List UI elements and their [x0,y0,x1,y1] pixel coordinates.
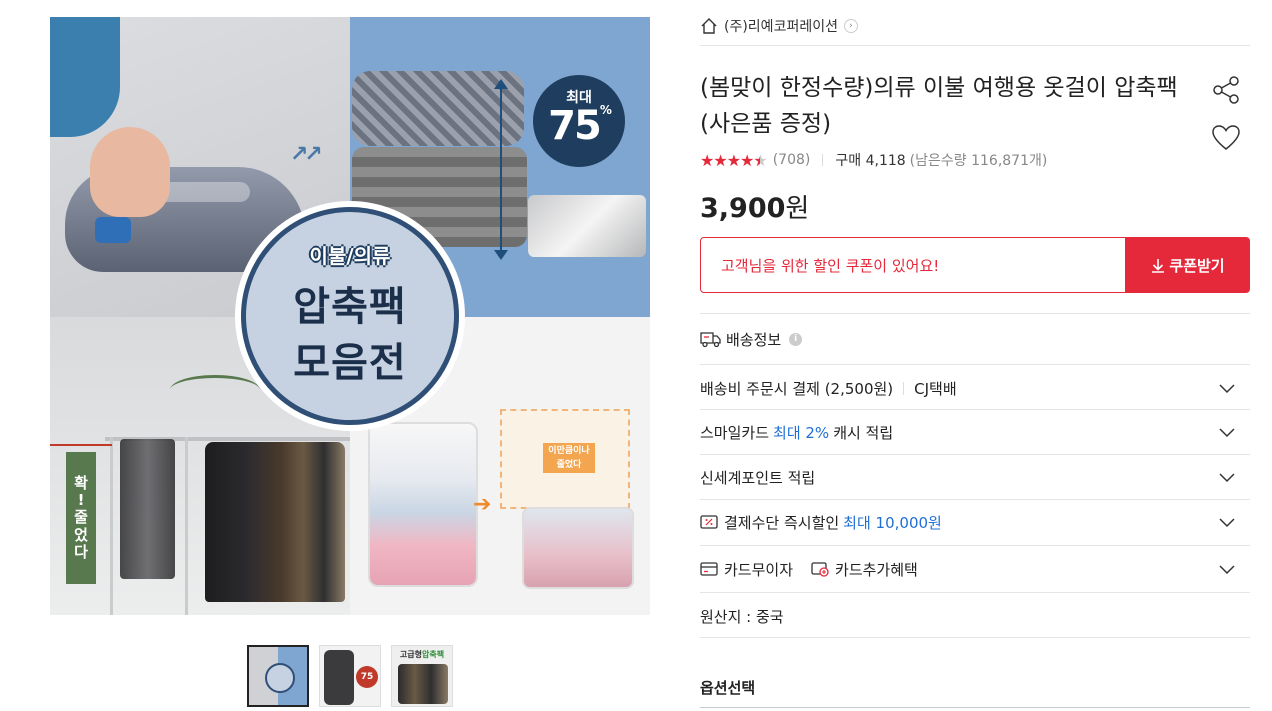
review-count[interactable]: (708) [773,152,811,168]
payment-discount-highlight: 최대 10,000원 [843,513,942,532]
smile-card-row[interactable]: 스마일카드 최대 2% 캐시 적립 [700,420,1250,444]
chevron-down-icon [1219,473,1235,483]
shipping-header-label: 배송정보 [726,330,782,349]
divider [700,499,1250,500]
separator [822,154,824,166]
origin-label: 원산지 : 중국 [700,607,784,626]
discount-coupon-icon [700,515,718,529]
thumbnail-title: 고급형압축팩 [399,650,445,659]
divider [700,313,1250,314]
thumbnail-2[interactable]: 75 [319,645,381,707]
divider [700,637,1250,638]
chevron-down-icon [1219,518,1235,528]
divider [700,454,1250,455]
divider [700,45,1250,46]
coats-graphic [205,442,345,602]
smile-card-highlight: 최대 2% [773,423,830,442]
rating-row: ★ ★ ★ ★ ★ (708) 구매 4,118 (남은수량 116,871개) [700,149,1047,171]
compressed-coats-graphic [120,439,175,579]
star-icon: ★ [740,150,754,170]
divider [700,364,1250,365]
purchase-count: 구매 4,118 [835,153,906,169]
payment-discount-prefix: 결제수단 즉시할인 [724,513,840,532]
divider [700,545,1250,546]
seller-link[interactable]: (주)리예코퍼레이션 › [700,15,858,37]
thumbnail-coats-graphic [398,664,448,704]
hand-graphic [90,127,170,217]
thumbnail-3[interactable]: 고급형압축팩 [391,645,453,707]
truck-icon [700,332,721,348]
card-benefit-label: 카드추가혜택 [835,560,918,579]
share-icon[interactable] [1210,74,1242,106]
shinsegae-point-label: 신세계포인트 적립 [700,468,816,487]
thumbnail-badge: 75 [356,666,378,688]
product-main-image[interactable]: ↗↗ 최대 75% 확 ! 줄 었 다 이만큼이나 줄었다 ➔ 이불/의류 압축… [50,17,650,615]
badge-number: 75% [548,103,612,149]
separator [903,381,905,395]
half-star-icon: ★ [753,150,767,170]
get-coupon-label: 쿠폰받기 [1169,256,1225,275]
thumbnail-1[interactable] [247,645,309,707]
star-icon: ★ [700,150,714,170]
get-coupon-button[interactable]: 쿠폰받기 [1126,237,1250,293]
shipping-header: 배송정보 i [700,327,803,351]
flat-pack-graphic [528,195,646,257]
download-arrow-icon [1152,258,1165,273]
star-rating[interactable]: ★ ★ ★ ★ ★ [700,150,768,170]
home-icon [701,18,717,34]
star-icon: ★ [713,150,727,170]
chevron-down-icon [1219,565,1235,575]
origin-row: 원산지 : 중국 [700,604,1250,628]
reduced-tag: 이만큼이나 줄었다 [543,443,595,473]
red-arrow-icon [50,444,112,446]
carrier-label: CJ택배 [914,379,957,398]
chevron-down-icon [1219,428,1235,438]
price: 3,900원 [700,188,809,225]
product-title: (봄맞이 한정수량)의류 이불 여행용 옷걸이 압축팩(사은품 증정) [700,75,1178,137]
shipping-fee-row[interactable]: 배송비 주문시 결제 (2,500원) CJ택배 [700,376,1250,400]
rack-leg-graphic [185,437,188,615]
smile-card-prefix: 스마일카드 [700,423,770,442]
card-benefit-icon [811,562,829,577]
max-75-badge: 최대 75% [533,75,625,167]
circle-subtitle: 이불/의류 [309,244,391,268]
heart-icon[interactable] [1210,122,1242,154]
seller-name: (주)리예코퍼레이션 [724,19,838,35]
thumbnail-badge-graphic [265,663,295,693]
remaining-stock: (남은수량 116,871개) [909,153,1048,169]
thumbnail-coat-graphic [324,650,354,705]
coupon-message: 고객님을 위한 할인 쿠폰이 있어요! [721,256,940,275]
collection-circle-badge: 이불/의류 압축팩 모음전 [241,207,459,425]
price-number: 3,900 [700,193,786,224]
interest-free-label: 카드무이자 [724,560,794,579]
options-select-top-border[interactable] [700,707,1250,708]
packed-bag-before-graphic [368,422,478,587]
options-title: 옵션선택 [700,679,756,697]
valve-graphic [95,217,131,243]
star-icon: ★ [726,150,741,170]
price-unit: 원 [785,194,810,224]
card-icon [700,562,718,576]
air-arrows-icon: ↗↗ [290,142,323,167]
packed-bag-after-graphic [522,507,634,589]
payment-discount-row[interactable]: 결제수단 즉시할인 최대 10,000원 [700,510,1250,534]
shinsegae-point-row[interactable]: 신세계포인트 적립 [700,465,1250,489]
smile-card-suffix: 캐시 적립 [833,423,894,442]
thumbnail-strip: 75 고급형압축팩 [247,645,453,707]
reduced-label: 확 ! 줄 었 다 [66,452,96,584]
sleeve-graphic [50,17,120,137]
divider [700,409,1250,410]
card-benefits-row[interactable]: 카드무이자 카드추가혜택 [700,557,1250,581]
height-arrow-icon [494,79,508,260]
shipping-fee-label: 배송비 주문시 결제 (2,500원) [700,379,894,398]
orange-arrow-icon: ➔ [473,492,492,517]
circle-line1: 압축팩 [293,284,407,330]
chevron-down-icon [1219,384,1235,394]
divider [700,592,1250,593]
info-icon[interactable]: i [789,332,803,346]
rack-leg-graphic [110,437,113,615]
circle-line2: 모음전 [293,340,407,386]
chevron-right-icon: › [843,19,858,33]
coupon-message-box: 고객님을 위한 할인 쿠폰이 있어요! [700,237,1126,293]
